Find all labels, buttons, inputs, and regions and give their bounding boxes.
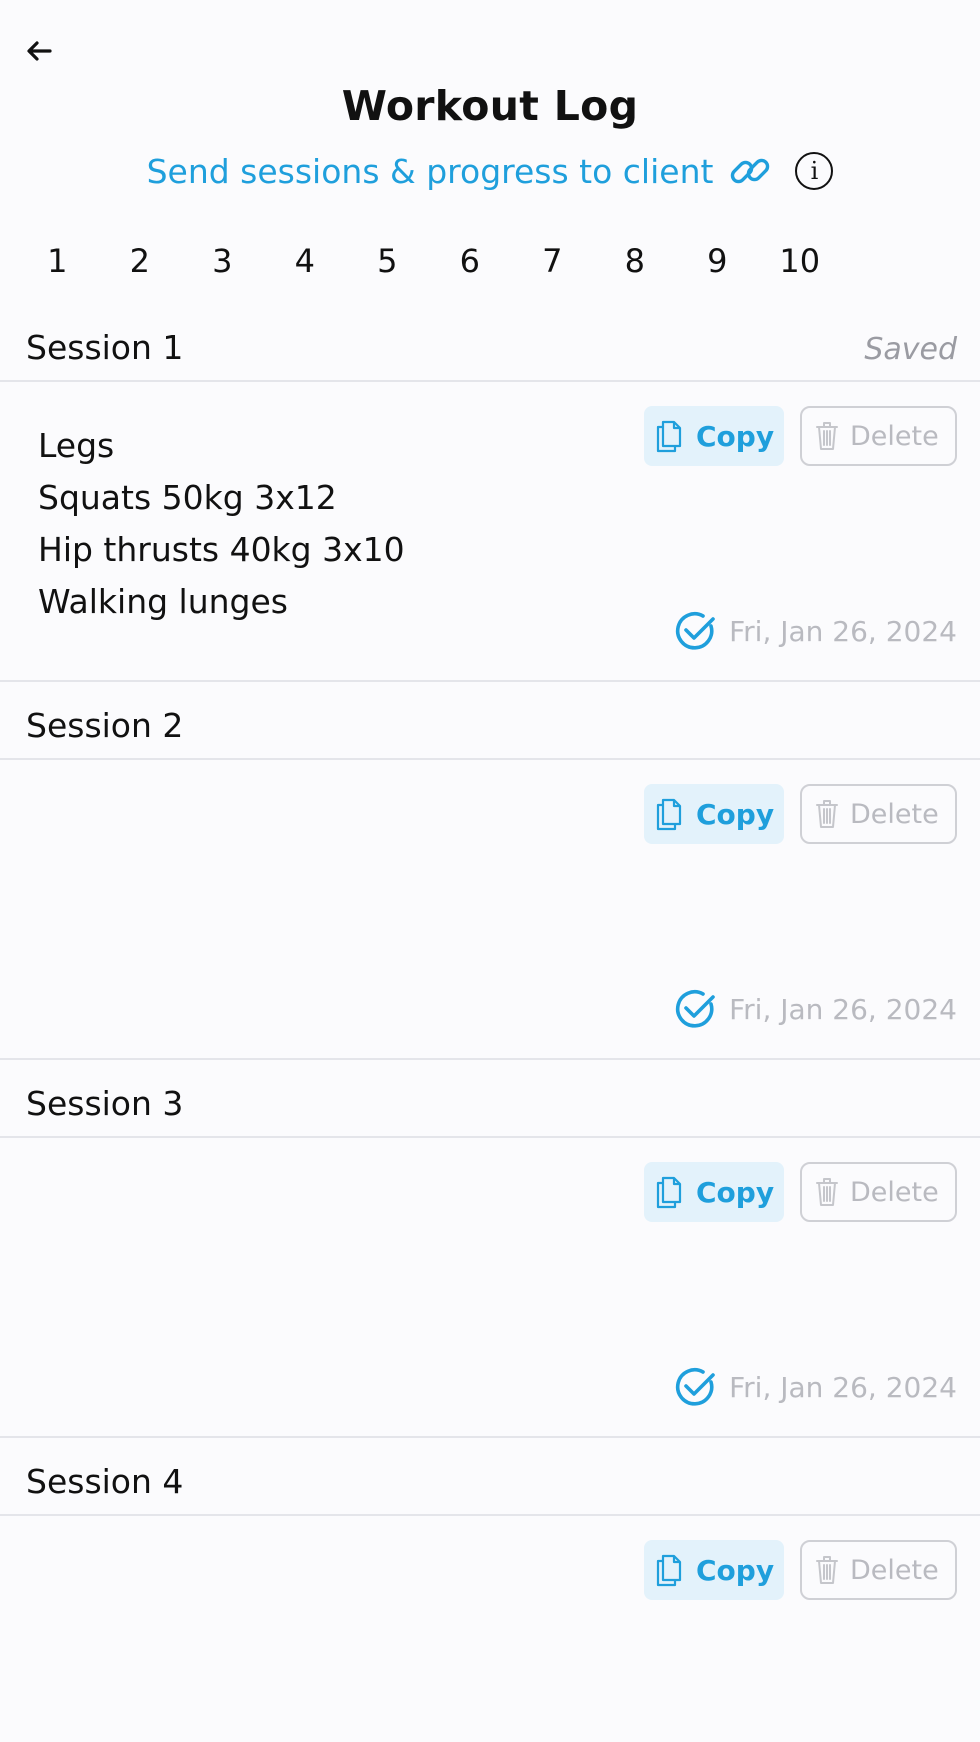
session-header: Session 1 Saved <box>0 304 980 382</box>
delete-label: Delete <box>850 1176 939 1208</box>
session-header: Session 4 <box>0 1438 980 1516</box>
page-number-2[interactable]: 2 <box>99 242 182 280</box>
copy-label: Copy <box>696 1553 775 1587</box>
copy-button[interactable]: Copy <box>644 1162 784 1222</box>
delete-label: Delete <box>850 798 939 830</box>
trash-icon <box>816 800 838 828</box>
session-date-row: Fri, Jan 26, 2024 <box>675 1366 957 1408</box>
info-icon[interactable]: i <box>795 152 834 190</box>
copy-icon <box>656 1176 682 1209</box>
session-notes[interactable]: Legs Squats 50kg 3x12 Hip thrusts 40kg 3x1… <box>38 420 405 628</box>
page-number-6[interactable]: 6 <box>429 242 512 280</box>
page-number-4[interactable]: 4 <box>264 242 347 280</box>
session-date: Fri, Jan 26, 2024 <box>729 1370 957 1404</box>
link-icon[interactable] <box>725 146 775 196</box>
check-circle-icon <box>676 612 715 650</box>
delete-label: Delete <box>850 420 939 452</box>
copy-label: Copy <box>696 1175 775 1209</box>
session-title: Session 2 <box>26 706 184 745</box>
trash-icon <box>816 1556 838 1584</box>
session-body: Copy Delete <box>0 1516 980 1742</box>
session-title: Session 3 <box>26 1084 184 1123</box>
trash-icon <box>816 1178 838 1206</box>
session-date: Fri, Jan 26, 2024 <box>729 614 957 648</box>
delete-button[interactable]: Delete <box>800 406 957 466</box>
saved-status: Saved <box>864 332 957 367</box>
page-number-9[interactable]: 9 <box>676 242 759 280</box>
session-body: Legs Squats 50kg 3x12 Hip thrusts 40kg 3x1… <box>0 382 980 682</box>
copy-icon <box>656 1554 682 1587</box>
session-body: Copy Delete Fri, Jan 26, 2024 <box>0 1138 980 1438</box>
note-line: Squats 50kg 3x12 <box>38 478 337 517</box>
copy-button[interactable]: Copy <box>644 784 784 844</box>
page-number-8[interactable]: 8 <box>594 242 677 280</box>
copy-icon <box>656 420 682 453</box>
session-body: Copy Delete Fri, Jan 26, 2024 <box>0 760 980 1060</box>
trash-icon <box>816 422 838 450</box>
copy-label: Copy <box>696 419 775 453</box>
delete-button[interactable]: Delete <box>800 784 957 844</box>
check-circle-icon <box>676 990 715 1028</box>
session-date: Fri, Jan 26, 2024 <box>729 992 957 1026</box>
delete-button[interactable]: Delete <box>800 1162 957 1222</box>
page-number-10[interactable]: 10 <box>759 242 842 280</box>
send-sessions-link[interactable]: Send sessions & progress to client <box>147 152 714 191</box>
session-date-row: Fri, Jan 26, 2024 <box>675 610 957 652</box>
copy-label: Copy <box>696 797 775 831</box>
page-number-3[interactable]: 3 <box>181 242 264 280</box>
check-circle-icon <box>676 1368 715 1406</box>
note-line: Walking lunges <box>38 582 288 621</box>
session-pager: 1 2 3 4 5 6 7 8 9 10 <box>16 242 841 280</box>
session-title: Session 1 <box>26 328 184 367</box>
page-number-1[interactable]: 1 <box>16 242 99 280</box>
copy-button[interactable]: Copy <box>644 1540 784 1600</box>
send-sessions-row: Send sessions & progress to client i <box>0 146 980 196</box>
note-line: Legs <box>38 426 115 465</box>
back-arrow-icon <box>27 41 52 61</box>
delete-label: Delete <box>850 1554 939 1586</box>
session-header: Session 3 <box>0 1060 980 1138</box>
copy-button[interactable]: Copy <box>644 406 784 466</box>
page-number-7[interactable]: 7 <box>511 242 594 280</box>
delete-button[interactable]: Delete <box>800 1540 957 1600</box>
session-date-row: Fri, Jan 26, 2024 <box>675 988 957 1030</box>
session-header: Session 2 <box>0 682 980 760</box>
session-title: Session 4 <box>26 1462 184 1501</box>
note-line: Hip thrusts 40kg 3x10 <box>38 530 405 569</box>
page-number-5[interactable]: 5 <box>346 242 429 280</box>
back-button[interactable] <box>22 34 56 68</box>
page-title: Workout Log <box>341 82 639 130</box>
copy-icon <box>656 798 682 831</box>
